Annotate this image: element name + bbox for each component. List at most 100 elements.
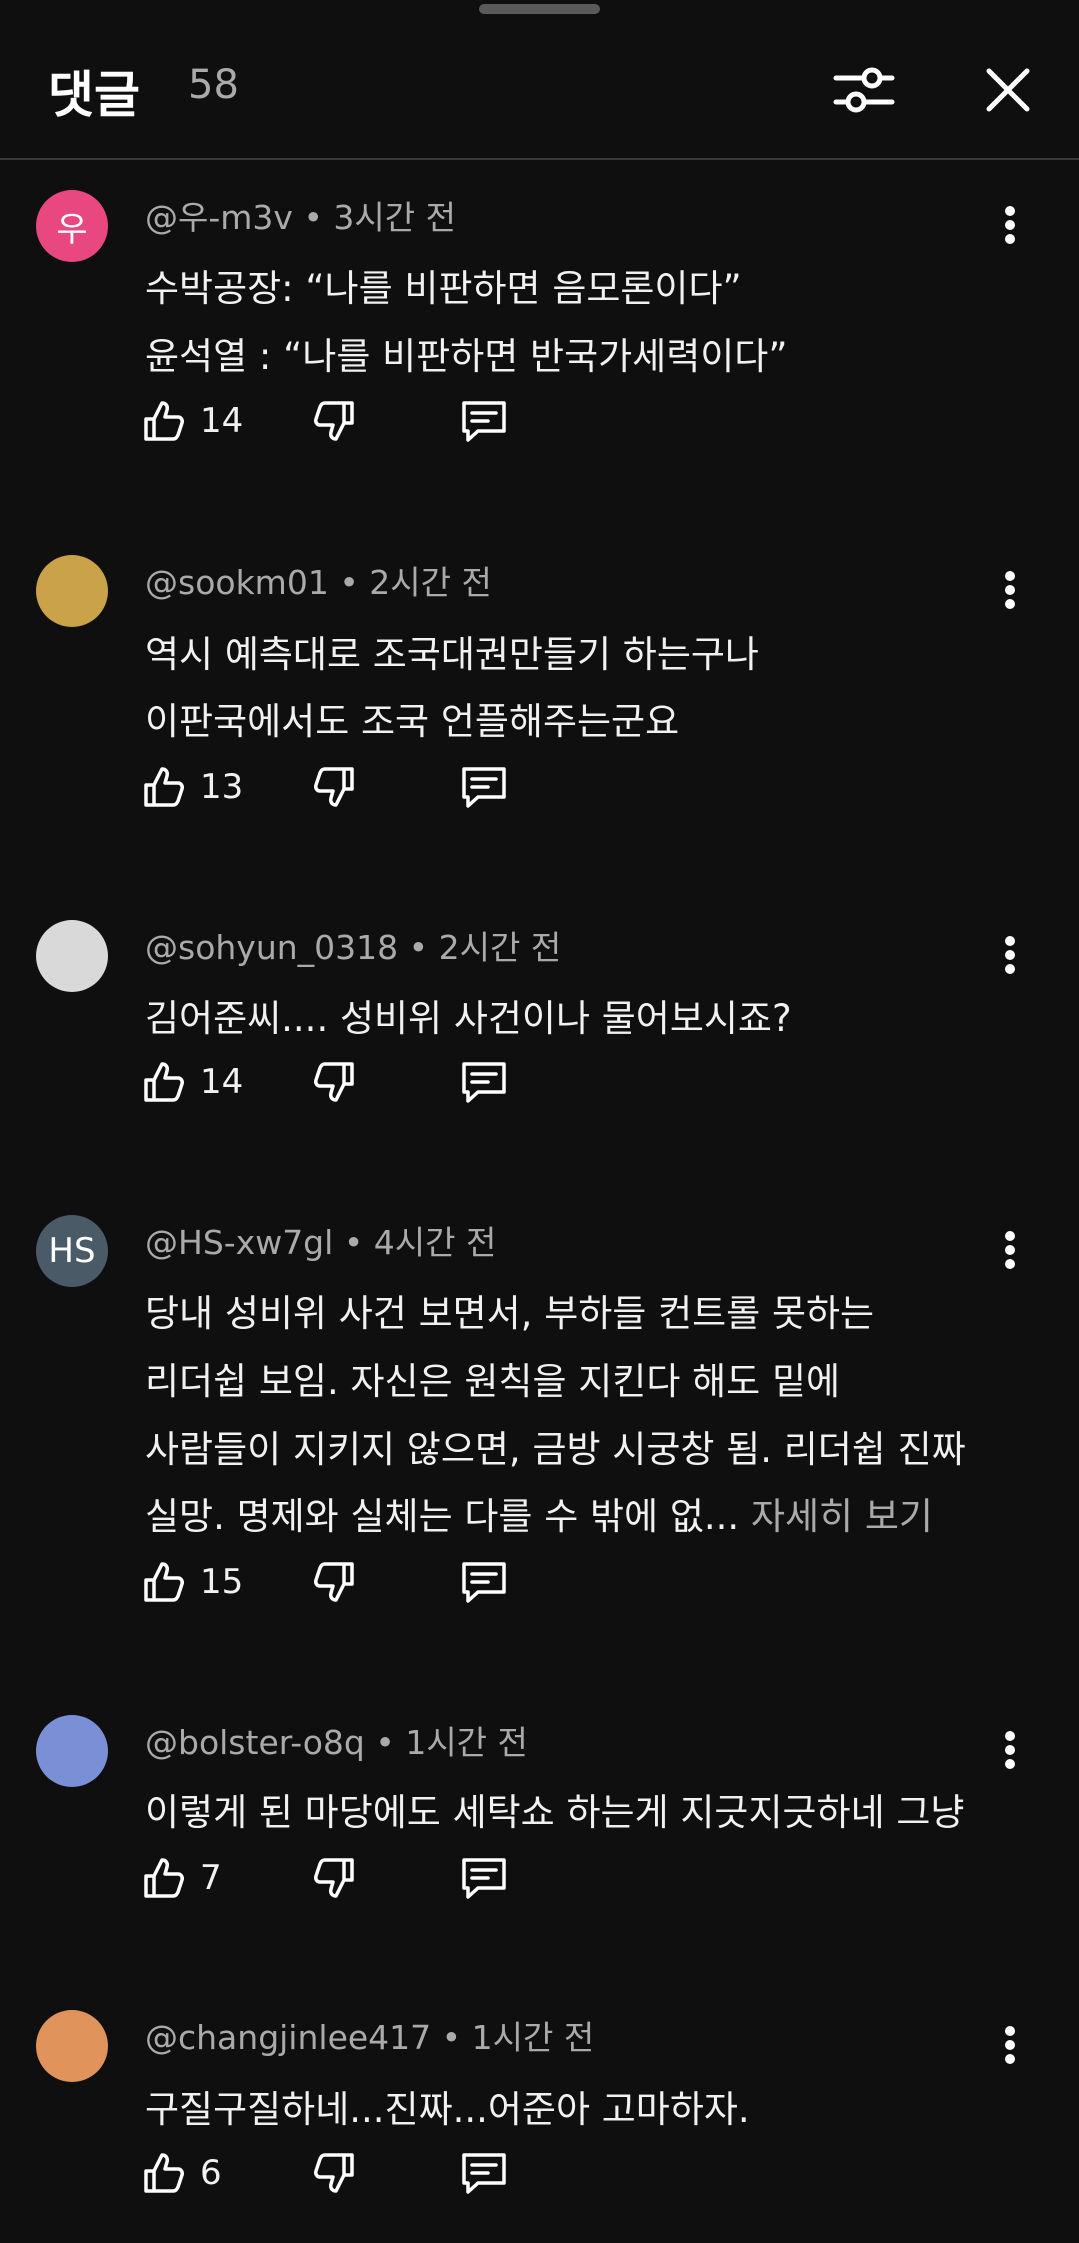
like-count: 6 (200, 2153, 222, 2193)
panel-title: 댓글 (48, 66, 140, 124)
comment-meta: @sohyun_0318 • 2시간 전 (145, 921, 561, 969)
like-button[interactable]: 14 (140, 391, 243, 451)
comment-actions: 7 (140, 1848, 540, 1908)
comment-author[interactable]: @sohyun_0318 (145, 928, 398, 967)
reply-comment-icon (462, 2153, 506, 2194)
comment-time: 2시간 전 (369, 563, 492, 602)
more-options-button[interactable] (988, 1220, 1032, 1280)
comment-actions: 14 (140, 391, 540, 451)
comment-time: 2시간 전 (438, 928, 562, 967)
more-options-button[interactable] (988, 195, 1032, 255)
reply-button[interactable] (458, 391, 510, 451)
thumbs-down-icon (314, 1062, 354, 1102)
comment-author[interactable]: @우-m3v (145, 198, 293, 237)
comment-time: 1시간 전 (405, 1723, 528, 1762)
reply-comment-icon (462, 1562, 506, 1603)
thumbs-down-icon (314, 2153, 354, 2193)
comment-author[interactable]: @changjinlee417 (145, 2018, 431, 2057)
more-vertical-icon (1005, 571, 1015, 609)
thumbs-down-icon (314, 1858, 354, 1898)
comment-text: 당내 성비위 사건 보면서, 부하들 컨트롤 못하는 (145, 1292, 875, 1335)
avatar[interactable] (36, 2010, 108, 2082)
dislike-button[interactable] (310, 2143, 358, 2203)
comment-author[interactable]: @bolster-o8q (145, 1723, 365, 1762)
comment-text: 사람들이 지키지 않으면, 금방 시궁창 됨. 리더쉽 진짜 (145, 1428, 966, 1471)
like-count: 14 (200, 401, 244, 441)
like-button[interactable]: 7 (140, 1848, 222, 1908)
see-more-link[interactable]: 자세히 보기 (751, 1495, 933, 1538)
comment-text: 이판국에서도 조국 언플해주는군요 (145, 700, 680, 743)
avatar[interactable] (36, 555, 108, 627)
comment-meta: @HS-xw7gl • 4시간 전 (145, 1216, 496, 1264)
meta-separator: • (339, 563, 359, 602)
reply-button[interactable] (458, 1552, 510, 1612)
reply-comment-icon (462, 401, 506, 442)
thumbs-down-icon (314, 1562, 354, 1602)
more-options-button[interactable] (988, 2015, 1032, 2075)
comment-text: 실망. 명제와 실체는 다를 수 밖에 없... (145, 1495, 740, 1538)
more-options-button[interactable] (988, 925, 1032, 985)
close-button[interactable] (970, 52, 1046, 128)
comment-text-line: 이렇게 된 마당에도 세탁쇼 하는게 지긋지긋하네 그냥 (145, 1782, 964, 1836)
avatar[interactable]: HS (36, 1215, 108, 1287)
more-options-button[interactable] (988, 560, 1032, 620)
comment-actions: 14 (140, 1052, 540, 1112)
comment-time: 3시간 전 (333, 198, 456, 237)
comment-actions: 6 (140, 2143, 540, 2203)
comment-text-line: 이판국에서도 조국 언플해주는군요 (145, 691, 679, 745)
dislike-button[interactable] (310, 391, 358, 451)
comment-text-line: 김어준씨.... 성비위 사건이나 물어보시죠? (145, 988, 792, 1042)
like-button[interactable]: 13 (140, 757, 243, 817)
comment-count: 58 (188, 62, 239, 108)
avatar[interactable]: 우 (36, 190, 108, 262)
meta-separator: • (375, 1723, 395, 1762)
meta-separator: • (343, 1223, 364, 1262)
reply-comment-icon (462, 767, 506, 808)
reply-button[interactable] (458, 2143, 510, 2203)
comment-meta: @bolster-o8q • 1시간 전 (145, 1716, 528, 1764)
avatar-initials: HS (48, 1231, 96, 1271)
reply-button[interactable] (458, 757, 510, 817)
comment-text-line: 구질구질하네...진짜...어준아 고마하자. (145, 2079, 750, 2133)
like-count: 15 (200, 1562, 244, 1602)
more-options-button[interactable] (988, 1720, 1032, 1780)
close-icon (986, 68, 1030, 112)
avatar[interactable] (36, 1715, 108, 1787)
comment-author[interactable]: @sookm01 (145, 563, 329, 602)
dislike-button[interactable] (310, 1052, 358, 1112)
like-button[interactable]: 6 (140, 2143, 222, 2203)
filter-button[interactable] (826, 52, 902, 128)
comment-time: 4시간 전 (373, 1223, 497, 1262)
like-count: 13 (200, 767, 244, 807)
comment-text-line: 실망. 명제와 실체는 다를 수 밖에 없... 자세히 보기 (145, 1486, 933, 1540)
meta-separator: • (303, 198, 323, 237)
avatar[interactable] (36, 920, 108, 992)
thumbs-up-icon (144, 2153, 184, 2193)
meta-separator: • (408, 928, 429, 967)
like-button[interactable]: 14 (140, 1052, 243, 1112)
thumbs-up-icon (144, 1062, 184, 1102)
dislike-button[interactable] (310, 757, 358, 817)
comment-actions: 13 (140, 757, 540, 817)
dislike-button[interactable] (310, 1552, 358, 1612)
thumbs-up-icon (144, 767, 184, 807)
comment-text-line: 리더쉽 보임. 자신은 원칙을 지킨다 해도 밑에 (145, 1351, 840, 1405)
thumbs-up-icon (144, 401, 184, 441)
more-vertical-icon (1005, 936, 1015, 974)
comments-header: 댓글 58 (0, 0, 1079, 160)
comment-meta: @changjinlee417 • 1시간 전 (145, 2011, 594, 2059)
sliders-icon (833, 67, 895, 113)
thumbs-up-icon (144, 1562, 184, 1602)
comment-text: 수박공장: “나를 비판하면 음모론이다” (145, 267, 742, 310)
comment-meta: @우-m3v • 3시간 전 (145, 191, 456, 239)
comment-author[interactable]: @HS-xw7gl (145, 1223, 333, 1262)
dislike-button[interactable] (310, 1848, 358, 1908)
reply-button[interactable] (458, 1848, 510, 1908)
comment-actions: 15 (140, 1552, 540, 1612)
avatar-initials: 우 (56, 209, 88, 250)
comment-text: 역시 예측대로 조국대권만들기 하는구나 (145, 633, 759, 676)
comment-text-line: 윤석열 : “나를 비판하면 반국가세력이다” (145, 326, 788, 380)
reply-button[interactable] (458, 1052, 510, 1112)
like-button[interactable]: 15 (140, 1552, 243, 1612)
more-vertical-icon (1005, 1231, 1015, 1269)
